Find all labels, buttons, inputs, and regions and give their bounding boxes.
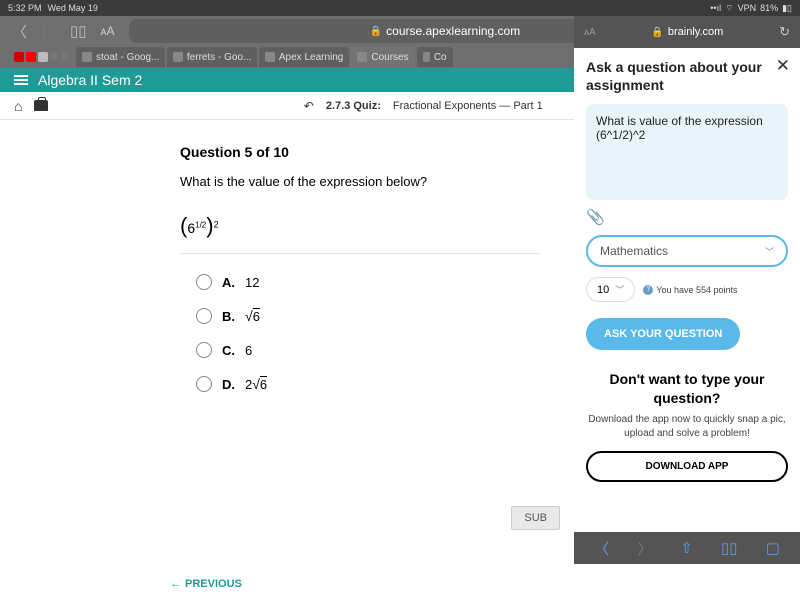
up-arrow-icon[interactable]: ↶ [304, 99, 314, 113]
forward-icon[interactable]: 〉 [41, 21, 56, 42]
overlay-reload-icon[interactable]: ↻ [779, 24, 790, 40]
status-time: 5:32 PM [8, 3, 42, 13]
radio-b[interactable] [196, 308, 212, 324]
download-app-button[interactable]: DOWNLOAD APP [586, 451, 788, 482]
share-icon[interactable]: ⇧ [680, 539, 693, 557]
status-date: Wed May 19 [48, 3, 98, 13]
url-text: course.apexlearning.com [386, 24, 520, 38]
radio-c[interactable] [196, 342, 212, 358]
overlay-forward-icon[interactable]: 〉 [637, 538, 652, 559]
back-icon[interactable]: 〈 [12, 21, 27, 42]
points-info: ? You have 554 points [643, 285, 737, 295]
question-input[interactable]: What is value of the expression (6^1/2)^… [586, 104, 788, 200]
youtube-tab-icon-2[interactable] [26, 52, 36, 62]
tab-stoat[interactable]: stoat - Goog... [76, 47, 165, 67]
tab-courses[interactable]: Courses [351, 47, 414, 67]
overlay-nav-bar: ᴀA 🔒 brainly.com ↻ [574, 16, 800, 48]
close-icon[interactable]: ✕ [776, 56, 790, 76]
overlay-url-text: brainly.com [668, 26, 723, 38]
overlay-body: ✕ Ask a question about your assignment W… [574, 48, 800, 532]
overlay-title: Ask a question about your assignment [586, 58, 788, 94]
alt-title: Don't want to type your question? [586, 370, 788, 406]
chevron-down-icon: ﹀ [765, 245, 774, 258]
quiz-section: 2.7.3 Quiz: [326, 100, 381, 112]
overlay-back-icon[interactable]: 〈 [594, 538, 609, 559]
menu-icon[interactable] [14, 75, 28, 85]
help-icon[interactable]: ? [643, 285, 653, 295]
quiz-subtitle: Fractional Exponents — Part 1 [393, 100, 543, 112]
overlay-lock-icon: 🔒 [651, 27, 663, 38]
tab-partial[interactable]: Co [417, 47, 453, 67]
sidebar-icon[interactable]: ▯▯ [70, 22, 87, 40]
lock-icon: 🔒 [370, 26, 382, 37]
ask-question-button[interactable]: ASK YOUR QUESTION [586, 318, 740, 350]
points-select[interactable]: 10 ﹀ [586, 277, 635, 302]
submit-button[interactable]: SUB [511, 506, 560, 530]
radio-a[interactable] [196, 274, 212, 290]
text-size-button[interactable]: ᴀA [101, 24, 115, 38]
radio-d[interactable] [196, 376, 212, 392]
attachment-icon[interactable]: 📎 [586, 209, 605, 226]
bookmarks-icon[interactable]: ▯▯ [721, 539, 738, 557]
slide-over-panel: ᴀA 🔒 brainly.com ↻ ✕ Ask a question abou… [574, 0, 800, 600]
alt-subtitle: Download the app now to quickly snap a p… [586, 413, 788, 441]
subject-select[interactable]: Mathematics ﹀ [586, 235, 788, 267]
overlay-toolbar: 〈 〉 ⇧ ▯▯ ▢ [574, 532, 800, 564]
misc-tab-icon-3[interactable] [60, 52, 68, 60]
chevron-down-icon: ﹀ [615, 283, 624, 296]
arrow-left-icon: ← [170, 578, 181, 590]
tabs-icon[interactable]: ▢ [766, 539, 780, 557]
tab-ferrets[interactable]: ferrets - Goo... [167, 47, 257, 67]
subject-label: Mathematics [600, 244, 668, 258]
youtube-tab-icon[interactable] [14, 52, 24, 62]
course-title: Algebra II Sem 2 [38, 72, 142, 88]
previous-button[interactable]: ← PREVIOUS [170, 578, 242, 590]
overlay-text-size[interactable]: ᴀA [584, 27, 596, 38]
misc-tab-icon-2[interactable] [50, 52, 58, 60]
math-expression: (61/2)2 [180, 213, 540, 254]
misc-tab-icon[interactable] [38, 52, 48, 62]
home-icon[interactable]: ⌂ [14, 98, 22, 114]
home-indicator[interactable] [652, 593, 722, 596]
overlay-address-bar[interactable]: 🔒 brainly.com [596, 26, 779, 38]
tab-apex[interactable]: Apex Learning [259, 47, 349, 67]
briefcase-icon[interactable] [34, 100, 48, 111]
